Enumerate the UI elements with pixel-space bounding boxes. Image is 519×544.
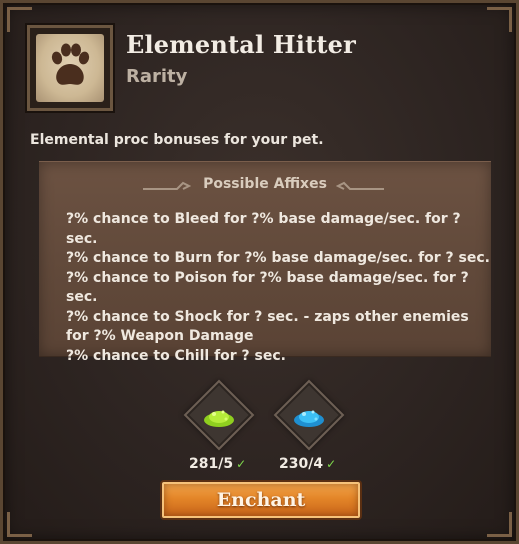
checkmark-icon: ✓: [236, 457, 247, 471]
material-count-value: 230/4: [279, 456, 324, 472]
enchant-button[interactable]: Enchant: [162, 482, 360, 518]
frame-corner: [7, 512, 32, 537]
affix-panel: Possible Affixes ?% chance to Bleed for …: [39, 161, 491, 364]
blue-dust-icon: [294, 410, 324, 427]
item-rarity: Rarity: [126, 66, 188, 87]
material-slot-green[interactable]: [183, 379, 255, 451]
item-tooltip-panel: Elemental Hitter Rarity Elemental proc b…: [0, 0, 519, 544]
affix-line: ?% chance to Burn for ?% base damage/sec…: [66, 250, 490, 266]
material-count-blue: 230/4 ✓: [279, 456, 336, 472]
frame-corner: [487, 512, 512, 537]
affix-header: Possible Affixes: [203, 176, 327, 192]
green-dust-icon: [204, 410, 234, 427]
item-title: Elemental Hitter: [126, 30, 356, 59]
affix-line: ?% chance to Poison for ?% base damage/s…: [66, 269, 469, 306]
ornament-right-icon: [336, 181, 384, 190]
item-description: Elemental proc bonuses for your pet.: [30, 132, 324, 148]
material-count-green: 281/5 ✓: [189, 456, 246, 472]
affix-line: ?% chance to Bleed for ?% base damage/se…: [66, 211, 461, 247]
affix-line: ?% chance to Chill for ? sec.: [66, 347, 286, 364]
affix-list: ?% chance to Bleed for ?% base damage/se…: [66, 210, 491, 366]
item-icon-frame: [27, 25, 113, 111]
material-count-value: 281/5: [189, 456, 234, 472]
frame-corner: [487, 7, 512, 32]
checkmark-icon: ✓: [326, 457, 337, 471]
paw-print-icon: [36, 34, 104, 102]
affix-line: ?% chance to Shock for ? sec. - zaps oth…: [66, 308, 469, 345]
material-slot-blue[interactable]: [273, 379, 345, 451]
